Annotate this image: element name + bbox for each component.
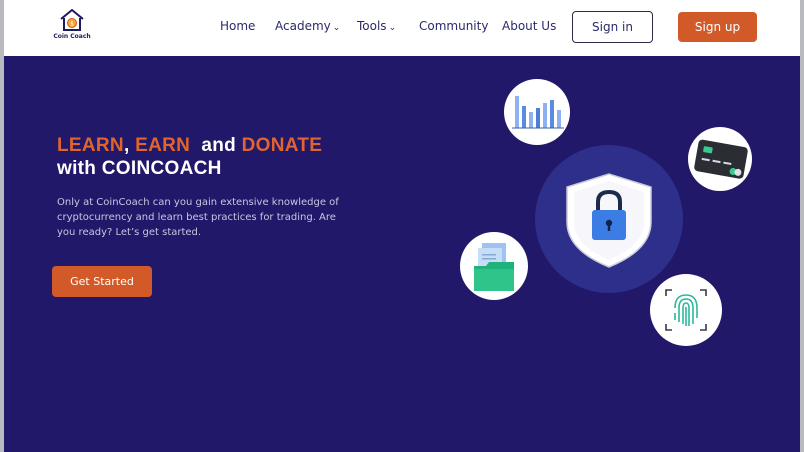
chevron-down-icon: ⌄ [388,23,397,33]
headline-sep-1: , [123,135,136,156]
headline-line-2: with COINCOACH [57,158,222,179]
sign-in-button[interactable]: Sign in [572,11,653,43]
svg-text:$: $ [70,21,74,28]
nav-about-us[interactable]: About Us [502,19,556,33]
sign-up-button[interactable]: Sign up [678,12,757,42]
get-started-button[interactable]: Get Started [52,266,152,297]
nav-community[interactable]: Community [419,19,488,33]
top-navbar: $ Coin Coach Home Academy ⌄ Tools ⌄ Commun… [4,0,800,56]
nav-academy[interactable]: Academy ⌄ [275,19,340,33]
headline-donate: DONATE [241,135,323,156]
house-coin-icon: $ [60,9,84,31]
brand-name: Coin Coach [53,33,91,40]
nav-tools-label: Tools [357,19,387,33]
headline-learn: LEARN [57,135,124,156]
headline-earn: EARN [135,135,191,156]
page-frame: $ Coin Coach Home Academy ⌄ Tools ⌄ Commun… [4,0,800,452]
hero-description: Only at CoinCoach can you gain extensive… [57,197,339,238]
chevron-down-icon: ⌄ [332,23,341,33]
nav-home[interactable]: Home [220,19,255,33]
nav-tools[interactable]: Tools ⌄ [357,19,396,33]
brand-logo[interactable]: $ Coin Coach [52,8,92,48]
nav-academy-label: Academy [275,19,331,33]
hero-illustration [460,79,752,346]
nav-about-us-label: About Us [502,19,557,33]
nav-community-label: Community [419,19,489,33]
nav-home-label: Home [220,19,256,33]
hero-headline: LEARN, EARN and DONATE with COINCOACH [57,134,322,180]
headline-sep-2: and [190,135,242,156]
